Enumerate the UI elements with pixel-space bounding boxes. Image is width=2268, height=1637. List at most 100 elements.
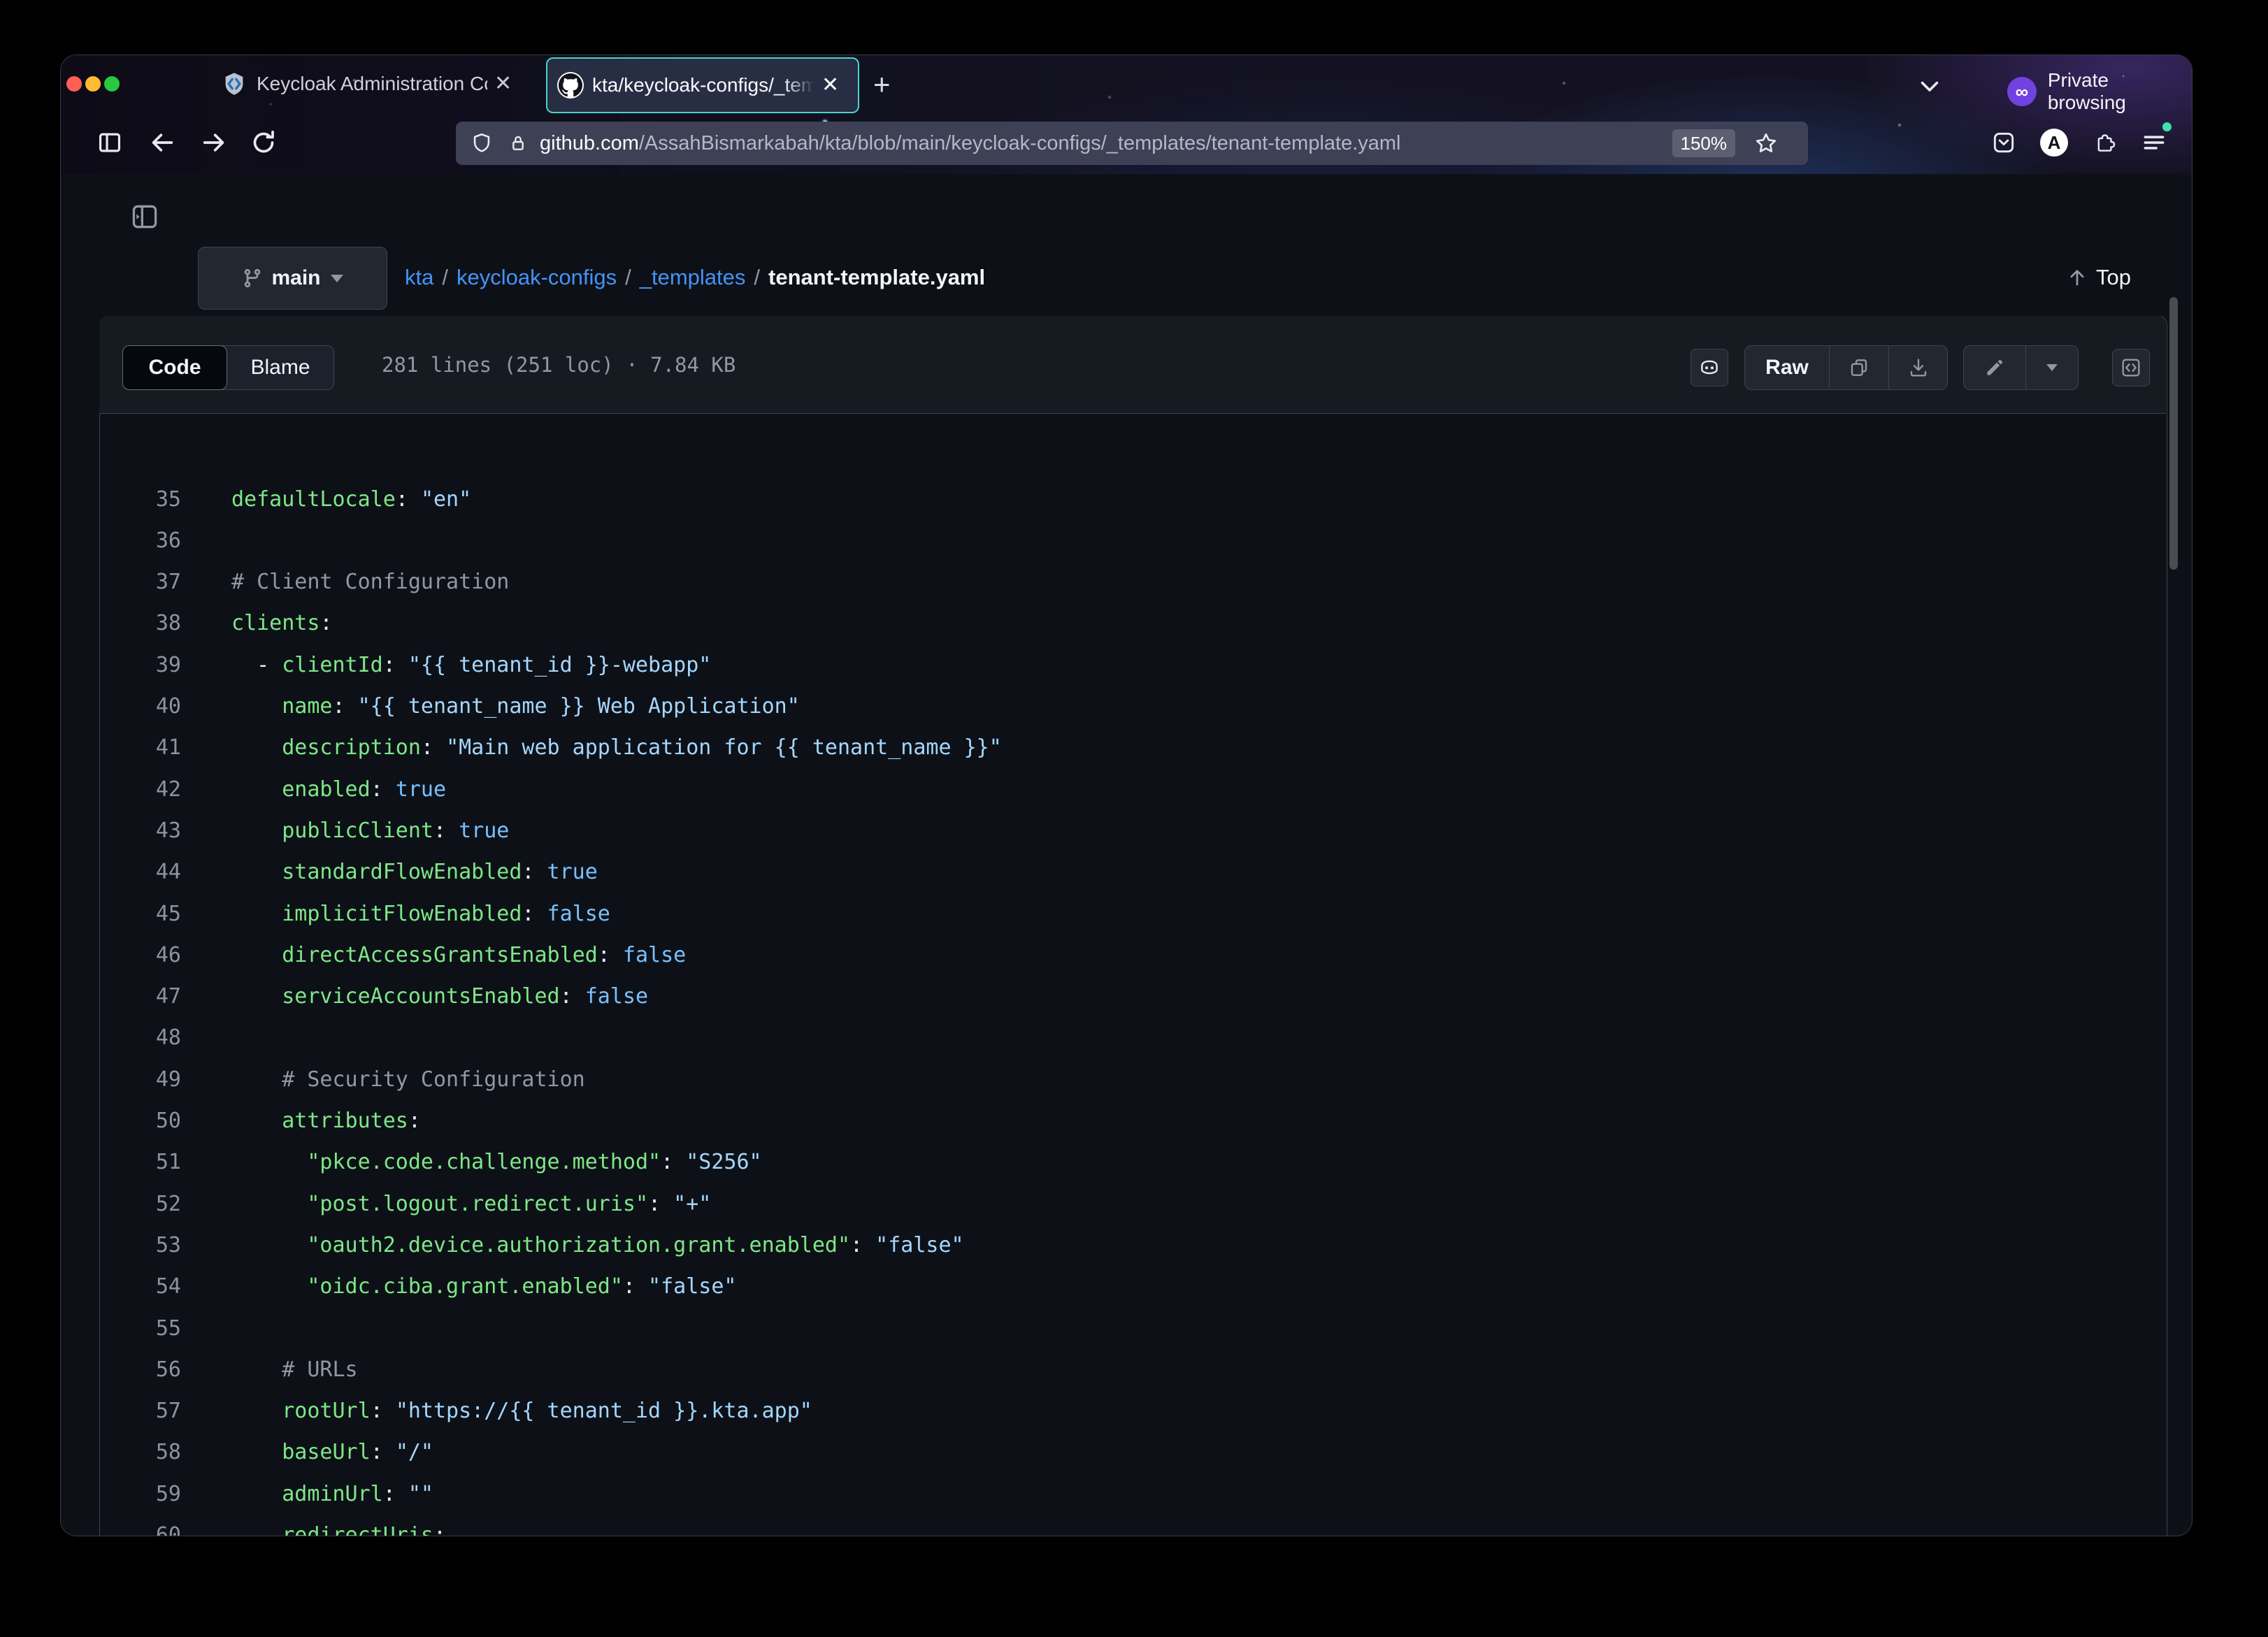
code-line[interactable]: 39 - clientId: "{{ tenant_id }}-webapp" [100, 644, 2165, 686]
forward-button[interactable] [198, 127, 230, 159]
code-line[interactable]: 56 # URLs [100, 1348, 2165, 1390]
edit-button[interactable] [1964, 346, 2025, 389]
code-line[interactable]: 59 adminUrl: "" [100, 1473, 2165, 1515]
lock-icon[interactable] [502, 127, 534, 159]
line-number[interactable]: 37 [100, 570, 181, 594]
window-close-button[interactable] [66, 76, 82, 92]
keycloak-favicon-icon [222, 71, 247, 96]
line-number[interactable]: 57 [100, 1399, 181, 1423]
code-line[interactable]: 50 attributes: [100, 1100, 2165, 1142]
code-line[interactable]: 58 baseUrl: "/" [100, 1432, 2165, 1473]
scroll-to-top-link[interactable]: Top [2067, 247, 2131, 308]
line-content: attributes: [231, 1109, 421, 1133]
line-number[interactable]: 49 [100, 1067, 181, 1092]
line-number[interactable]: 35 [100, 487, 181, 512]
zoom-level-badge[interactable]: 150% [1672, 129, 1736, 157]
line-number[interactable]: 52 [100, 1192, 181, 1216]
line-number[interactable]: 56 [100, 1357, 181, 1382]
tab-close-icon[interactable]: ✕ [494, 73, 512, 94]
code-line[interactable]: 38clients: [100, 603, 2165, 644]
line-number[interactable]: 38 [100, 611, 181, 635]
pocket-save-icon[interactable] [1988, 127, 2020, 159]
git-branch-icon [242, 268, 263, 289]
list-tabs-chevron-icon[interactable] [1917, 73, 1942, 99]
code-line[interactable]: 49 # Security Configuration [100, 1058, 2165, 1100]
code-line[interactable]: 43 publicClient: true [100, 809, 2165, 851]
private-mask-icon: ∞ [2007, 77, 2037, 106]
new-tab-button[interactable]: + [873, 68, 891, 101]
code-line[interactable]: 35defaultLocale: "en" [100, 478, 2165, 520]
menu-hamburger-icon[interactable] [2138, 127, 2170, 159]
code-line[interactable]: 40 name: "{{ tenant_name }} Web Applicat… [100, 686, 2165, 728]
line-number[interactable]: 59 [100, 1482, 181, 1506]
tab-keycloak-console[interactable]: Keycloak Administration Console ✕ [210, 57, 554, 110]
copilot-button[interactable] [1691, 349, 1728, 387]
line-number[interactable]: 55 [100, 1316, 181, 1341]
line-number[interactable]: 48 [100, 1025, 181, 1050]
line-number[interactable]: 60 [100, 1523, 181, 1536]
code-line[interactable]: 45 implicitFlowEnabled: false [100, 893, 2165, 935]
line-number[interactable]: 43 [100, 818, 181, 843]
code-line[interactable]: 54 "oidc.ciba.grant.enabled": "false" [100, 1266, 2165, 1308]
line-number[interactable]: 51 [100, 1150, 181, 1174]
code-line[interactable]: 36 [100, 519, 2165, 561]
edit-dropdown-button[interactable] [2025, 346, 2078, 389]
line-content: "post.logout.redirect.uris": "+" [231, 1192, 711, 1216]
raw-button[interactable]: Raw [1745, 346, 1829, 389]
line-number[interactable]: 42 [100, 777, 181, 802]
line-number[interactable]: 47 [100, 984, 181, 1009]
tab-code[interactable]: Code [122, 345, 227, 390]
tab-blame[interactable]: Blame [227, 346, 333, 389]
code-line[interactable]: 42 enabled: true [100, 768, 2165, 810]
line-number[interactable]: 53 [100, 1233, 181, 1257]
download-button[interactable] [1888, 346, 1947, 389]
tracking-shield-icon[interactable] [466, 127, 498, 159]
back-button[interactable] [146, 127, 178, 159]
line-number[interactable]: 39 [100, 653, 181, 677]
code-line[interactable]: 44 standardFlowEnabled: true [100, 851, 2165, 893]
url-text[interactable]: github.com/AssahBismarkabah/kta/blob/mai… [540, 132, 1401, 155]
branch-selector-button[interactable]: main [198, 247, 387, 310]
breadcrumb-link[interactable]: keycloak-configs [457, 265, 617, 290]
breadcrumb-link[interactable]: kta [405, 265, 433, 290]
sidebar-toggle-icon[interactable] [94, 127, 126, 159]
breadcrumb: kta/keycloak-configs/_templates/tenant-t… [405, 247, 985, 308]
line-number[interactable]: 36 [100, 528, 181, 553]
line-number[interactable]: 44 [100, 860, 181, 884]
code-line[interactable]: 41 description: "Main web application fo… [100, 727, 2165, 769]
line-number[interactable]: 58 [100, 1440, 181, 1464]
code-line[interactable]: 46 directAccessGrantsEnabled: false [100, 934, 2165, 976]
line-number[interactable]: 50 [100, 1109, 181, 1133]
code-line[interactable]: 48 [100, 1017, 2165, 1059]
code-line[interactable]: 37# Client Configuration [100, 561, 2165, 603]
code-line[interactable]: 55 [100, 1307, 2165, 1349]
code-line[interactable]: 51 "pkce.code.challenge.method": "S256" [100, 1141, 2165, 1183]
url-bar[interactable]: github.com/AssahBismarkabah/kta/blob/mai… [456, 122, 1808, 165]
code-line[interactable]: 57 rootUrl: "https://{{ tenant_id }}.kta… [100, 1390, 2165, 1432]
symbols-panel-button[interactable] [2112, 349, 2150, 387]
line-number[interactable]: 54 [100, 1274, 181, 1299]
copy-button[interactable] [1829, 346, 1888, 389]
line-number[interactable]: 40 [100, 694, 181, 719]
code-line[interactable]: 52 "post.logout.redirect.uris": "+" [100, 1183, 2165, 1225]
browser-chrome: Keycloak Administration Console ✕ kta/ke… [61, 55, 2192, 175]
bookmark-star-icon[interactable] [1753, 131, 1779, 156]
line-number[interactable]: 45 [100, 902, 181, 926]
breadcrumb-separator: / [745, 265, 768, 290]
breadcrumb-link[interactable]: _templates [640, 265, 746, 290]
tab-github-file[interactable]: kta/keycloak-configs/_templates ✕ [546, 57, 859, 113]
account-avatar[interactable]: A [2038, 127, 2070, 159]
code-line[interactable]: 47 serviceAccountsEnabled: false [100, 976, 2165, 1018]
window-minimize-button[interactable] [85, 76, 101, 92]
line-number[interactable]: 41 [100, 735, 181, 760]
code-view[interactable]: 35defaultLocale: "en" 36 37# Client Config… [100, 478, 2165, 1536]
reload-button[interactable] [247, 127, 280, 159]
line-number[interactable]: 46 [100, 943, 181, 967]
window-zoom-button[interactable] [104, 76, 120, 92]
tab-close-icon[interactable]: ✕ [821, 75, 839, 96]
extensions-puzzle-icon[interactable] [2088, 127, 2120, 159]
file-tree-toggle-icon[interactable] [129, 201, 160, 232]
page-scrollbar[interactable] [2169, 297, 2178, 570]
code-line[interactable]: 53 "oauth2.device.authorization.grant.en… [100, 1224, 2165, 1266]
code-line[interactable]: 60 redirectUris: [100, 1515, 2165, 1536]
